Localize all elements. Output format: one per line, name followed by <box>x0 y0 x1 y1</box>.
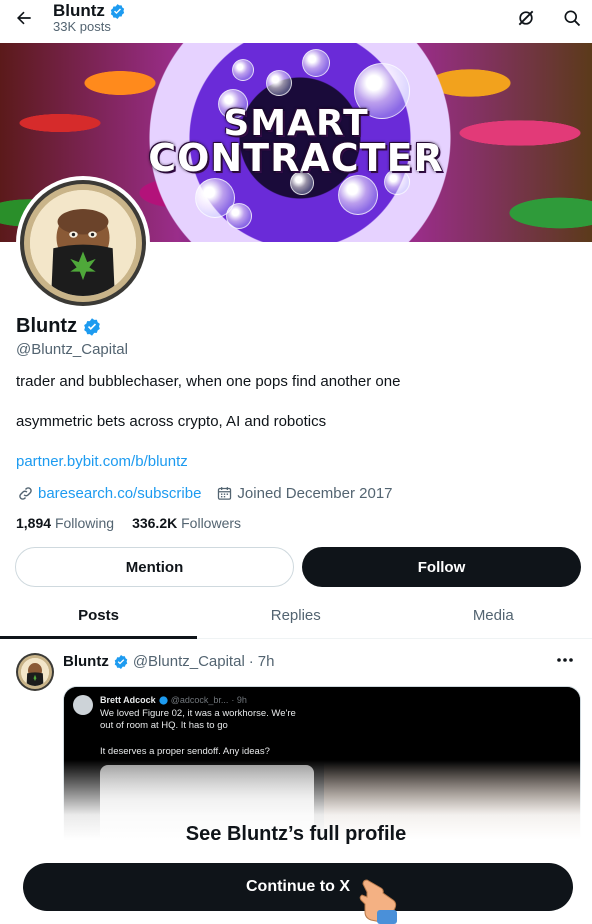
verified-badge-icon <box>114 654 128 669</box>
calendar-icon <box>215 484 233 502</box>
header-posts-count: 33K posts <box>53 19 111 34</box>
post-author-avatar[interactable] <box>16 653 54 691</box>
post-separator: · <box>248 653 254 670</box>
link-icon <box>16 484 34 502</box>
verified-badge-icon <box>110 3 125 19</box>
header-name: Bluntz <box>53 1 105 20</box>
quoted-author-avatar <box>73 695 93 715</box>
profile-avatar[interactable] <box>16 176 150 310</box>
banner-bubble <box>302 49 330 77</box>
profile-tabs: Posts Replies Media <box>0 592 592 639</box>
profile-meta-row: baresearch.co/subscribe Joined December … <box>16 484 393 502</box>
post-more-button[interactable] <box>553 650 577 670</box>
post-avatar-ring <box>18 655 52 689</box>
more-dots-icon <box>557 658 573 662</box>
banner-bubble <box>266 70 292 96</box>
follow-button[interactable]: Follow <box>302 547 581 587</box>
quoted-time: · 9h <box>231 695 247 705</box>
bio-line-1: trader and bubblechaser, when one pops f… <box>16 373 401 390</box>
back-button[interactable] <box>10 4 38 32</box>
top-bar: Bluntz 33K posts <box>0 0 592 40</box>
following-count: 1,894 <box>16 515 52 531</box>
banner-bubble <box>232 59 254 81</box>
follow-stats: 1,894 Following 336.2K Followers <box>16 515 241 531</box>
verified-badge-icon[interactable] <box>82 317 102 337</box>
post-time[interactable]: 7h <box>258 653 275 670</box>
followers-label: Followers <box>181 515 242 531</box>
post-header: Bluntz @Bluntz_Capital · 7h <box>63 653 274 670</box>
banner-text-line2: CONTRACTER <box>148 136 444 180</box>
profile-name-row: Bluntz <box>16 315 102 338</box>
post-author-handle[interactable]: @Bluntz_Capital <box>133 653 245 670</box>
search-button[interactable] <box>558 4 586 32</box>
avatar-ring <box>24 184 142 302</box>
followers-count: 336.2K <box>132 515 178 531</box>
post-author-name[interactable]: Bluntz <box>63 653 109 670</box>
following-label: Following <box>54 515 115 531</box>
following-stat[interactable]: 1,894 Following <box>16 515 114 531</box>
joined-date: Joined December 2017 <box>237 484 393 502</box>
quoted-text: We loved Figure 02, it was a workhorse. … <box>100 708 296 731</box>
profile-handle: @Bluntz_Capital <box>16 341 128 358</box>
quoted-author-handle: @adcock_br... <box>170 695 229 705</box>
mention-button[interactable]: Mention <box>15 547 294 587</box>
avatar-frame <box>20 180 146 306</box>
continue-to-x-button[interactable]: Continue to X <box>23 863 573 911</box>
header-title: Bluntz <box>53 1 126 21</box>
bio-line-2: asymmetric bets across crypto, AI and ro… <box>16 413 327 430</box>
verified-badge-icon <box>159 695 168 705</box>
arrow-left-icon <box>17 11 31 25</box>
profile-name: Bluntz <box>16 315 78 337</box>
tab-replies[interactable]: Replies <box>197 592 395 638</box>
tab-posts[interactable]: Posts <box>0 592 197 639</box>
banner-bubble <box>226 203 252 229</box>
masked-ape-icon <box>21 658 49 686</box>
tab-media[interactable]: Media <box>395 592 592 638</box>
masked-ape-icon <box>30 190 136 296</box>
quoted-text-2: It deserves a proper sendoff. Any ideas? <box>100 746 270 757</box>
followers-stat[interactable]: 336.2K Followers <box>132 515 241 531</box>
website-link[interactable]: baresearch.co/subscribe <box>38 485 201 502</box>
pointer-hand-icon <box>359 879 397 924</box>
quoted-header: Brett Adcock @adcock_br... · 9h <box>100 695 247 705</box>
post-avatar-image <box>21 658 49 686</box>
grok-button[interactable] <box>512 4 540 32</box>
search-icon <box>564 10 581 27</box>
avatar-image <box>30 190 136 296</box>
bio-link[interactable]: partner.bybit.com/b/bluntz <box>16 453 188 470</box>
grok-icon <box>518 10 534 26</box>
banner-bubble <box>338 175 378 215</box>
cta-title: See Bluntz’s full profile <box>185 823 407 845</box>
quoted-author-name: Brett Adcock <box>100 695 156 705</box>
